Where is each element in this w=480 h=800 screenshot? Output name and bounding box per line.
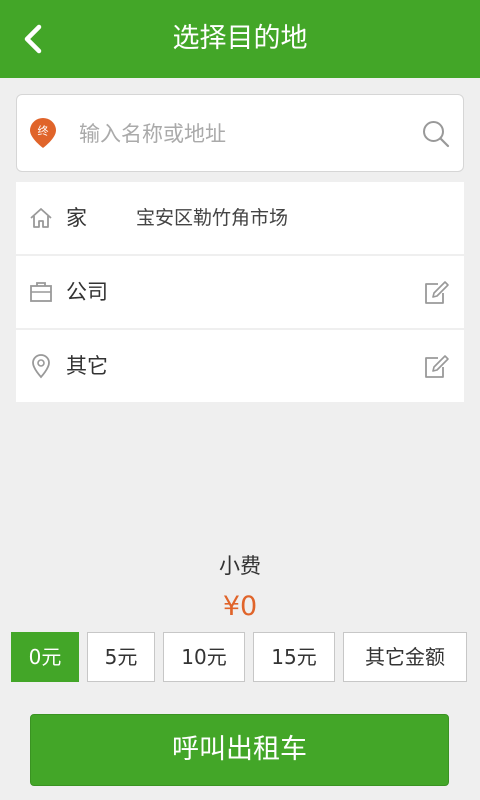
location-icon	[32, 354, 50, 379]
search-icon[interactable]	[421, 119, 451, 149]
list-item-home[interactable]: 家 宝安区勒竹角市场	[16, 182, 464, 254]
list-item-label: 其它	[66, 354, 108, 378]
saved-destinations-list: 家 宝安区勒竹角市场 公司 其它	[16, 182, 464, 404]
tip-option-15[interactable]: 15元	[253, 632, 335, 682]
edit-icon[interactable]	[422, 353, 450, 381]
home-icon	[30, 208, 52, 228]
tip-option-5[interactable]: 5元	[87, 632, 155, 682]
tip-option-0[interactable]: 0元	[11, 632, 79, 682]
list-item-label: 家	[66, 206, 87, 230]
destination-search-input[interactable]	[79, 115, 409, 153]
pin-badge-text: 终	[38, 124, 49, 138]
top-bar: 选择目的地	[0, 0, 480, 78]
home-address: 宝安区勒竹角市场	[136, 207, 289, 229]
tip-option-10[interactable]: 10元	[163, 632, 245, 682]
list-item-company[interactable]: 公司	[16, 256, 464, 328]
page-title: 选择目的地	[172, 23, 308, 54]
list-item-other[interactable]: 其它	[16, 330, 464, 402]
tip-amount: ¥0	[222, 591, 258, 622]
destination-pin-icon: 终	[30, 118, 56, 148]
briefcase-icon	[30, 282, 52, 302]
list-item-label: 公司	[66, 280, 108, 304]
tip-label: 小费	[219, 554, 261, 578]
call-taxi-button[interactable]: 呼叫出租车	[30, 714, 449, 786]
destination-search-box: 终	[16, 94, 464, 172]
edit-icon[interactable]	[422, 279, 450, 307]
tip-option-other[interactable]: 其它金额	[343, 632, 467, 682]
